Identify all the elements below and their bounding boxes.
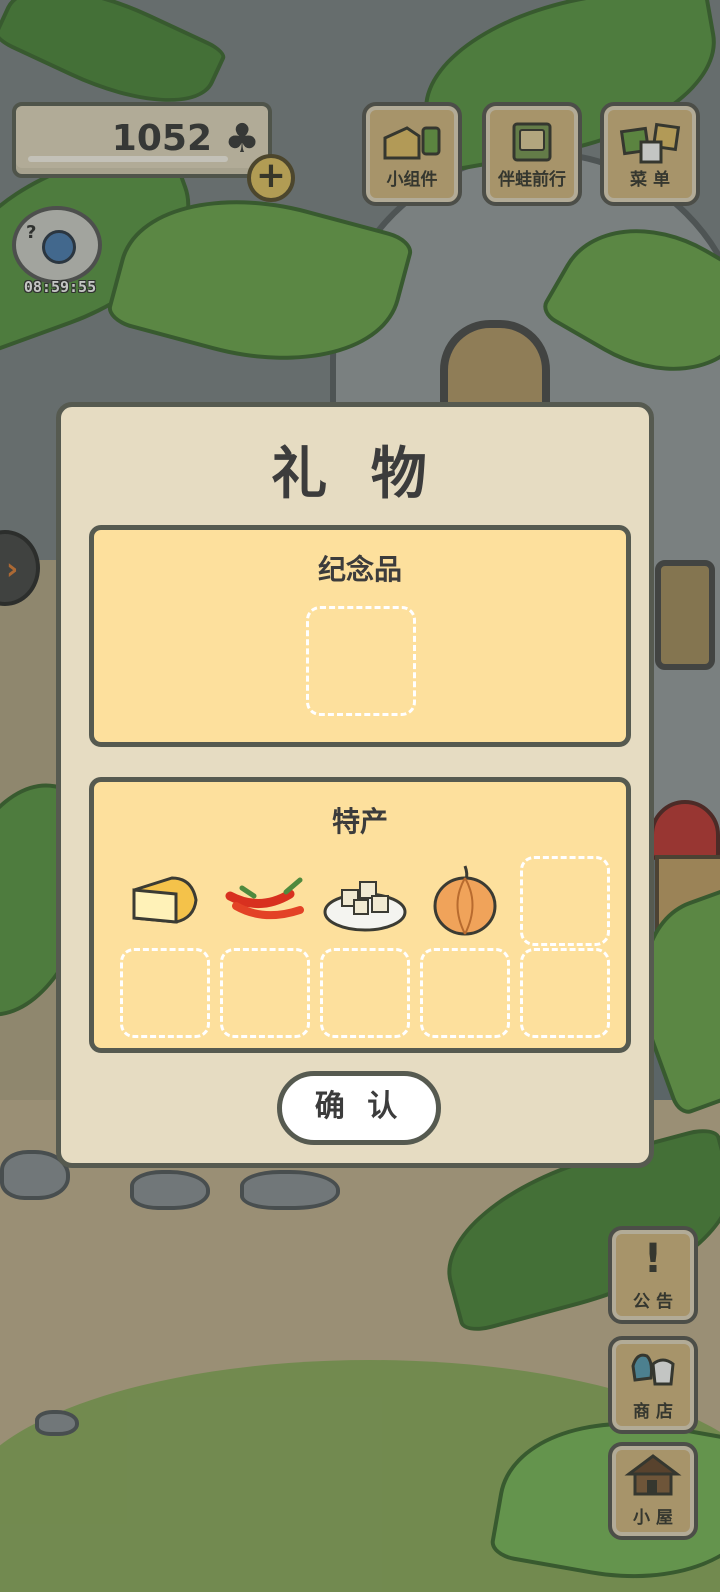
souvenir-title: 纪念品 [317, 553, 402, 586]
specialty-title: 特产 [331, 805, 388, 838]
tofu-icon[interactable] [320, 856, 410, 946]
specialty-slot-empty[interactable] [520, 856, 610, 946]
specialty-slot-empty[interactable] [320, 948, 410, 1038]
confirm-button[interactable]: 确 认 [277, 1071, 441, 1145]
gift-dialog: 礼 物 纪念品 特产 确 认 [56, 402, 654, 1168]
dialog-title: 礼 物 [271, 442, 439, 507]
souvenir-slot-empty[interactable] [306, 606, 416, 716]
specialty-slot-empty[interactable] [520, 948, 610, 1038]
chili-pepper-icon[interactable] [220, 856, 310, 946]
cheese-icon[interactable] [120, 856, 210, 946]
specialty-slot-empty[interactable] [120, 948, 210, 1038]
specialty-panel: 特产 [89, 777, 631, 1053]
specialty-slot-empty[interactable] [420, 948, 510, 1038]
souvenir-panel: 纪念品 [89, 525, 631, 747]
specialty-slot-empty[interactable] [220, 948, 310, 1038]
onion-icon[interactable] [420, 856, 510, 946]
